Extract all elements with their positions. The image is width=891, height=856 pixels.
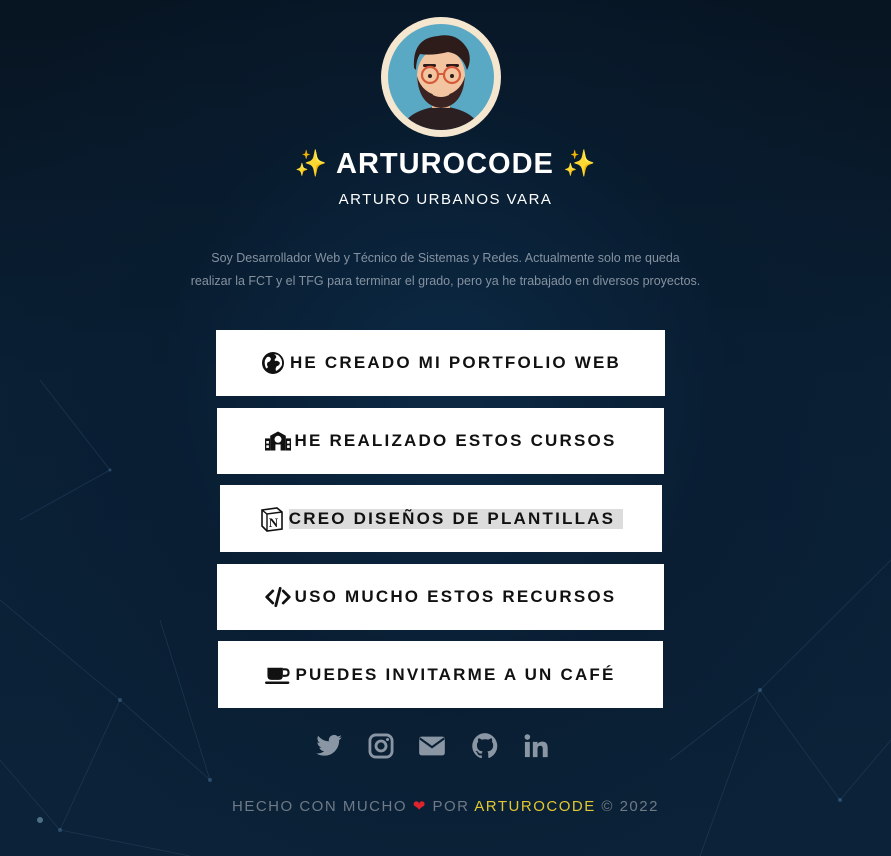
social-links: [313, 732, 551, 762]
profile-title-text: ARTUROCODE: [336, 148, 554, 180]
school-icon: [264, 428, 291, 454]
profile-title: ✨ ARTUROCODE ✨: [0, 148, 891, 181]
instagram-icon[interactable]: [367, 732, 395, 760]
footer: HECHO CON MUCHO ❤ POR ARTUROCODE © 2022: [0, 797, 891, 815]
coffee-link-button[interactable]: PUEDES INVITARME A UN CAFÉ: [218, 641, 663, 708]
envelope-icon[interactable]: [418, 732, 446, 760]
footer-prefix: HECHO CON MUCHO: [232, 798, 408, 815]
sparkles-icon: ✨: [294, 148, 329, 178]
linkedin-icon[interactable]: [522, 732, 550, 760]
avatar: [381, 17, 501, 137]
profile-name: ARTURO URBANOS VARA: [338, 191, 553, 208]
twitter-icon[interactable]: [315, 732, 343, 760]
notion-icon: N: [259, 506, 285, 532]
button-label: HE CREADO MI PORTFOLIO WEB: [289, 353, 622, 372]
button-label: USO MUCHO ESTOS RECURSOS: [294, 587, 617, 606]
code-icon: [265, 584, 291, 610]
footer-copyright: © 2022: [601, 798, 659, 815]
button-label: PUEDES INVITARME A UN CAFÉ: [295, 664, 616, 684]
globe-icon: [260, 350, 286, 376]
avatar-illustration: [402, 35, 480, 130]
bio-line: Soy Desarrollador Web y Técnico de Siste…: [211, 251, 680, 265]
button-label: HE REALIZADO ESTOS CURSOS: [294, 431, 617, 450]
footer-middle: POR: [432, 798, 470, 815]
portfolio-link-button[interactable]: HE CREADO MI PORTFOLIO WEB: [216, 330, 665, 396]
coffee-icon: [265, 662, 291, 688]
templates-link-button[interactable]: N CREO DISEÑOS DE PLANTILLAS: [220, 485, 662, 552]
resources-link-button[interactable]: USO MUCHO ESTOS RECURSOS: [217, 564, 664, 630]
heart-icon: ❤: [412, 798, 427, 815]
courses-link-button[interactable]: HE REALIZADO ESTOS CURSOS: [217, 408, 664, 474]
svg-text:N: N: [269, 515, 281, 530]
github-icon[interactable]: [471, 732, 499, 760]
bio-line: realizar la FCT y el TFG para terminar e…: [190, 274, 701, 288]
sparkles-icon: ✨: [562, 148, 597, 178]
footer-brand-link[interactable]: ARTUROCODE: [474, 798, 595, 815]
profile-bio: Soy Desarrollador Web y Técnico de Siste…: [150, 247, 741, 293]
button-label: CREO DISEÑOS DE PLANTILLAS: [288, 508, 624, 529]
